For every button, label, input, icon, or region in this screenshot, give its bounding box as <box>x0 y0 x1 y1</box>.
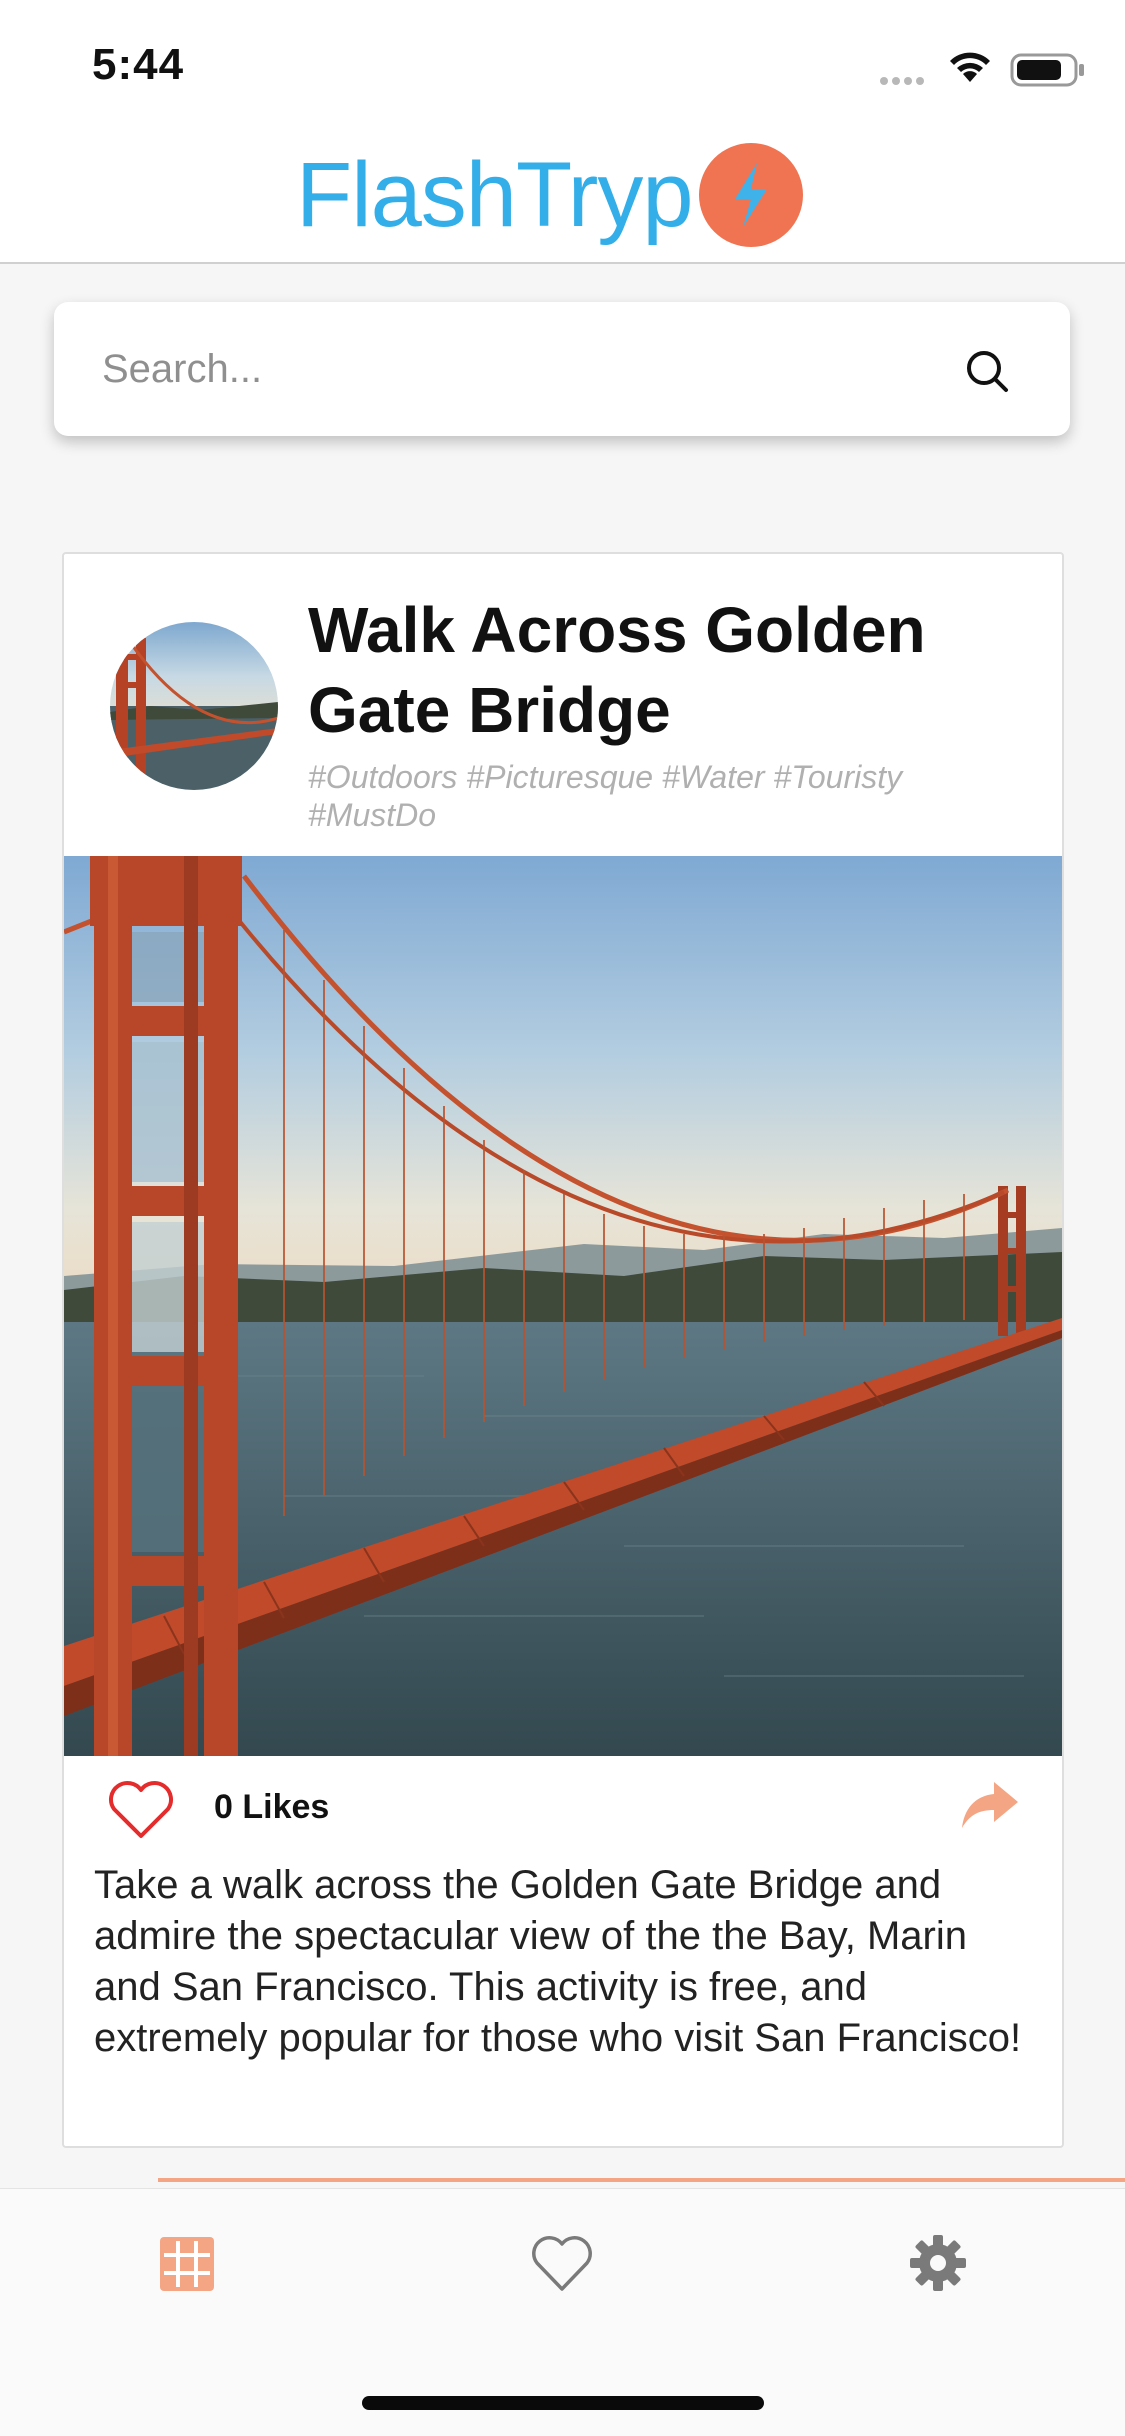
activity-description: Take a walk across the Golden Gate Bridg… <box>94 1863 1022 2060</box>
lightning-bolt-icon <box>698 143 803 247</box>
wifi-icon <box>950 52 990 82</box>
battery-icon <box>1010 53 1084 87</box>
app-screen: 5:44 FlashTryp Search... Walk Across Gol… <box>0 0 1125 2436</box>
activity-thumbnail[interactable] <box>110 622 278 790</box>
search-input[interactable] <box>100 336 954 402</box>
app-header: FlashTryp <box>0 130 1125 264</box>
activity-card[interactable]: Walk Across Golden Gate Bridge #Outdoors… <box>62 552 1064 2148</box>
cellular-signal-icon <box>880 72 932 85</box>
likes-count: 0 Likes <box>214 1788 330 1826</box>
home-indicator <box>362 2396 764 2410</box>
share-arrow-icon[interactable] <box>960 1780 1020 1830</box>
activity-title: Walk Across Golden Gate Bridge <box>308 594 926 746</box>
activity-photo[interactable] <box>64 856 1062 1756</box>
search-bar <box>54 302 1070 436</box>
status-bar: 5:44 <box>0 0 1125 130</box>
tab-feed-grid-icon[interactable] <box>156 2231 220 2295</box>
app-logo: FlashTryp <box>296 140 803 250</box>
tab-settings-gear-icon[interactable] <box>906 2231 970 2295</box>
tab-favorites-heart-icon[interactable] <box>530 2231 594 2295</box>
status-time: 5:44 <box>92 40 185 89</box>
search-icon[interactable] <box>964 348 1010 394</box>
heart-outline-icon[interactable] <box>106 1778 176 1842</box>
tab-bar-accent-line <box>158 2178 1125 2182</box>
logo-text: FlashTryp <box>296 144 694 246</box>
activity-tags: #Outdoors #Picturesque #Water #Touristy … <box>308 759 903 833</box>
